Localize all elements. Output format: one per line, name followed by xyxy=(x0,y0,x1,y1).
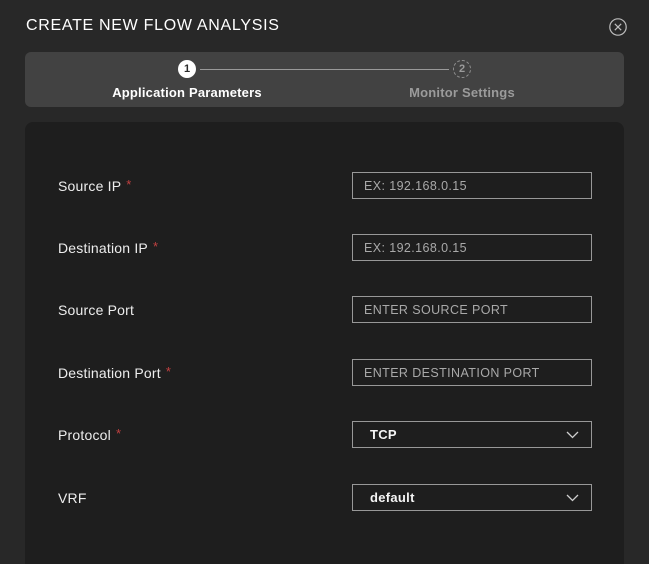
dialog-title: CREATE NEW FLOW ANALYSIS xyxy=(26,17,280,34)
field-label-text: VRF xyxy=(58,489,87,506)
field-label-destination-ip: Destination IP * xyxy=(58,238,159,256)
close-button[interactable] xyxy=(607,16,629,38)
vrf-select[interactable]: default xyxy=(352,484,592,511)
destination-port-input[interactable] xyxy=(352,359,592,386)
form-card: Source IP* Destination IP* Source Port D… xyxy=(25,122,624,564)
required-asterisk: * xyxy=(115,425,122,441)
form-row-destination-port: Destination Port * xyxy=(58,359,592,386)
form-row-source-ip: Source IP * xyxy=(58,172,592,199)
field-label-vrf: VRF xyxy=(58,490,87,506)
chevron-down-icon xyxy=(566,494,579,501)
source-port-input[interactable] xyxy=(352,296,592,323)
field-label-text: Source Port xyxy=(58,301,135,318)
field-label-text: Destination Port xyxy=(58,364,161,381)
form-row-destination-ip: Destination IP * xyxy=(58,234,592,261)
step-1-label: Application Parameters xyxy=(112,85,262,100)
field-label-text: Destination IP xyxy=(58,239,148,256)
create-flow-analysis-dialog: CREATE NEW FLOW ANALYSIS 1 Application P… xyxy=(0,0,649,564)
form-row-protocol: Protocol * TCP xyxy=(58,421,592,448)
destination-ip-input[interactable] xyxy=(352,234,592,261)
form-row-source-port: Source Port xyxy=(58,296,592,323)
step-2-circle: 2 xyxy=(453,60,471,78)
step-1-circle: 1 xyxy=(178,60,196,78)
chevron-down-icon xyxy=(566,431,579,438)
protocol-select[interactable]: TCP xyxy=(352,421,592,448)
field-label-text: Source IP xyxy=(58,177,122,194)
source-ip-input[interactable] xyxy=(352,172,592,199)
stepper-bar: 1 Application Parameters 2 Monitor Setti… xyxy=(25,52,624,107)
vrf-selected-value: default xyxy=(370,490,415,505)
step-2-label: Monitor Settings xyxy=(409,85,515,100)
field-label-destination-port: Destination Port * xyxy=(58,363,172,381)
form-row-vrf: VRF default xyxy=(58,484,592,511)
close-icon xyxy=(609,18,627,36)
protocol-selected-value: TCP xyxy=(370,427,397,442)
stepper-connector xyxy=(200,69,449,70)
field-label-source-port: Source Port xyxy=(58,302,134,318)
field-label-source-ip: Source IP * xyxy=(58,176,132,194)
field-label-text: Protocol xyxy=(58,426,111,443)
field-label-protocol: Protocol * xyxy=(58,425,122,443)
required-asterisk: * xyxy=(165,363,172,379)
required-asterisk: * xyxy=(126,176,132,192)
required-asterisk: * xyxy=(152,238,159,254)
